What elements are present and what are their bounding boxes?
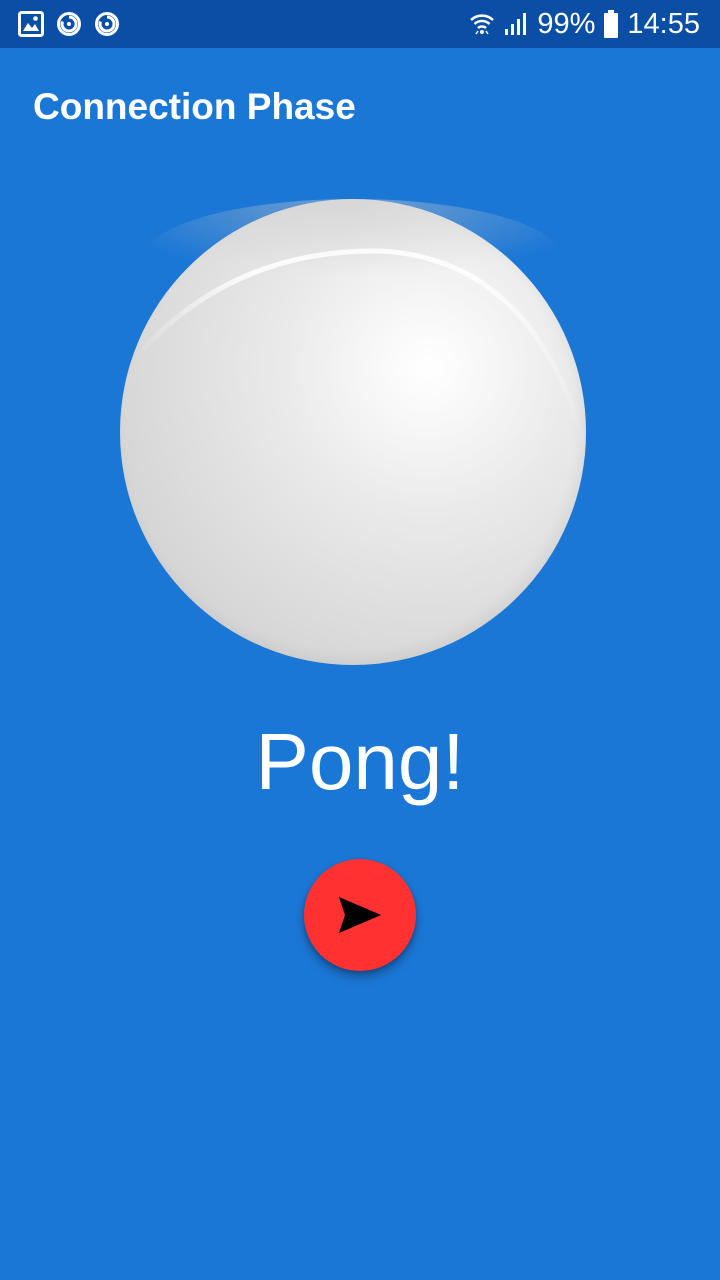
battery-icon xyxy=(603,10,619,38)
send-icon xyxy=(339,897,381,933)
clock: 14:55 xyxy=(627,8,700,40)
status-notifications xyxy=(18,10,120,38)
page-title: Connection Phase xyxy=(33,86,356,127)
battery-percent: 99% xyxy=(537,8,596,40)
signal-icon xyxy=(503,11,529,37)
ping-pong-ball-image xyxy=(120,199,586,665)
wifi-icon xyxy=(469,11,495,37)
sync-icon xyxy=(94,11,120,37)
app-screen: 99% 14:55 Connection Phase Pong! xyxy=(0,0,720,1280)
pong-status-text: Pong! xyxy=(255,717,465,806)
sync-icon xyxy=(56,11,82,37)
ball-highlight xyxy=(131,199,586,459)
status-bar: 99% 14:55 xyxy=(0,0,720,48)
gallery-icon xyxy=(18,11,44,37)
send-button[interactable] xyxy=(304,859,416,971)
status-system: 99% 14:55 xyxy=(469,6,700,42)
